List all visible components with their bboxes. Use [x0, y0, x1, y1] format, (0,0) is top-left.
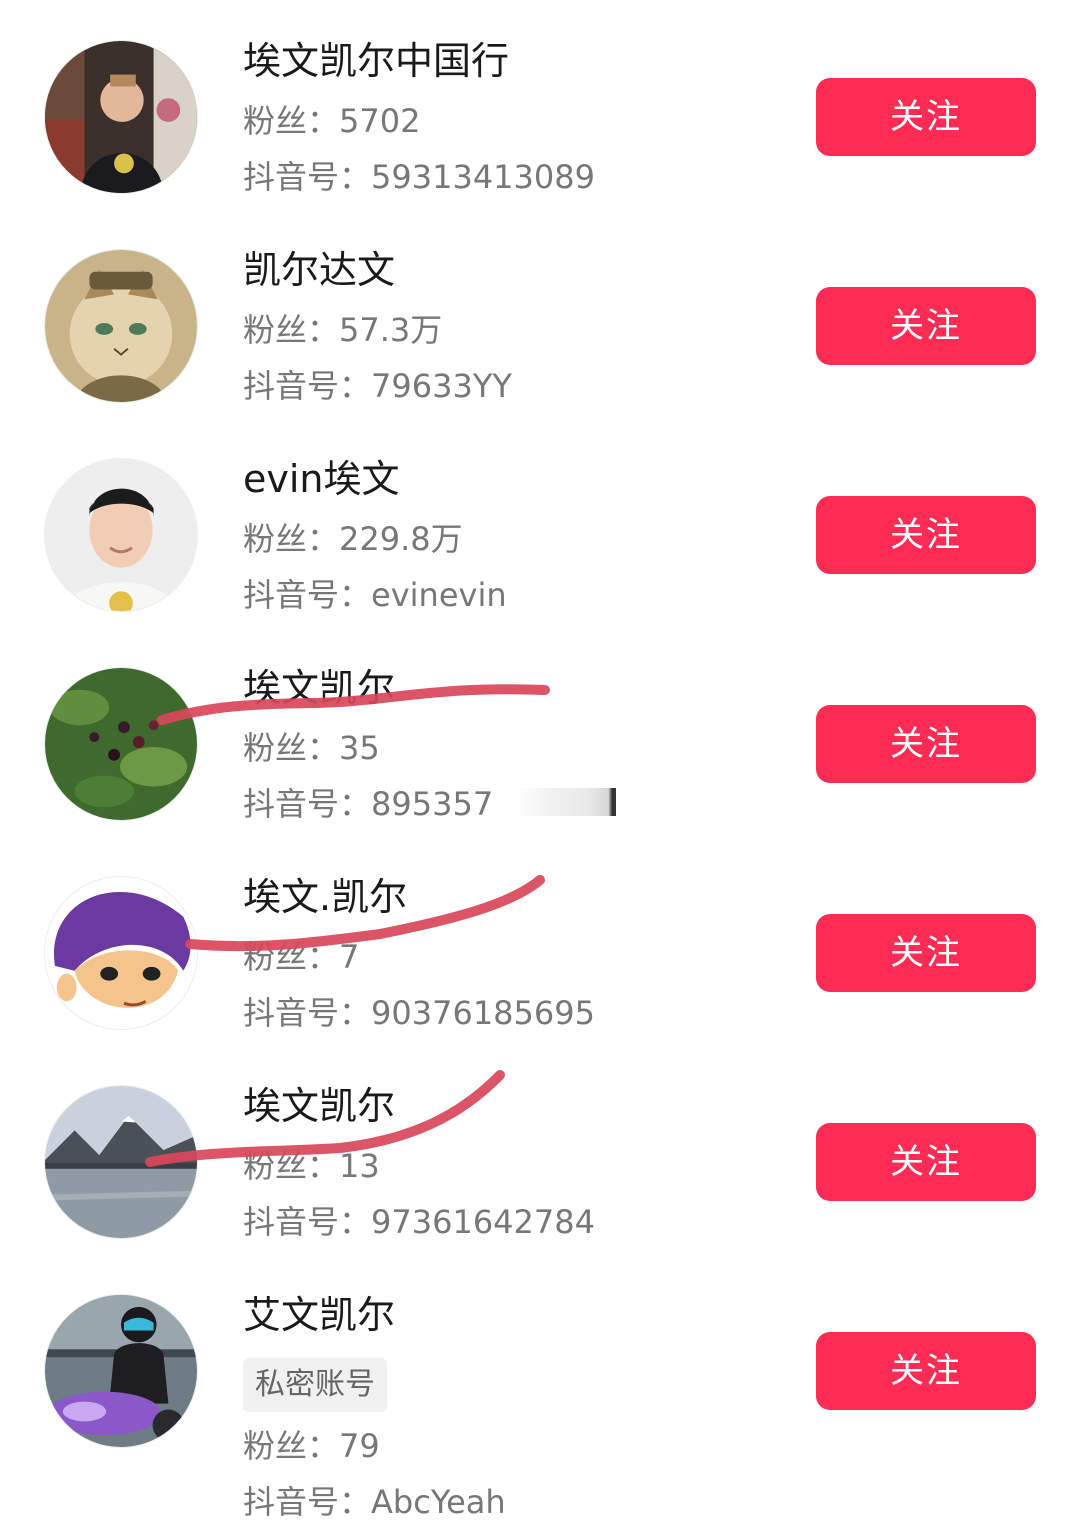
id-label: 抖音号： [243, 1483, 372, 1521]
id-value: 97361642784 [371, 1203, 595, 1241]
user-name: 埃文凯尔 [243, 1084, 396, 1128]
id-label: 抖音号： [243, 1203, 372, 1241]
douyin-id: 抖音号：895357 [243, 784, 493, 824]
user-name: evin埃文 [243, 457, 400, 501]
follow-button[interactable]: 关注 [816, 496, 1036, 574]
followers-label: 粉丝： [243, 1427, 340, 1465]
avatar-photo-icon [45, 877, 197, 1029]
avatar[interactable] [44, 40, 198, 194]
followers-value: 35 [339, 729, 380, 767]
douyin-id: 抖音号：evinevin [243, 575, 507, 615]
follower-count: 粉丝：229.8万 [243, 519, 507, 559]
user-info: 艾文凯尔 私密账号 粉丝：79 抖音号：AbcYeah [243, 1292, 506, 1522]
follow-button[interactable]: 关注 [816, 78, 1036, 156]
id-label: 抖音号： [243, 994, 372, 1032]
id-label: 抖音号： [243, 158, 372, 196]
id-value: 895357 [371, 785, 494, 823]
followers-label: 粉丝： [243, 729, 340, 767]
douyin-id: 抖音号：79633YY [243, 366, 512, 406]
id-value: 90376185695 [371, 994, 595, 1032]
followers-label: 粉丝： [243, 1147, 340, 1185]
user-name: 埃文凯尔 [243, 666, 396, 710]
followers-value: 229.8万 [339, 520, 463, 558]
followers-value: 5702 [339, 102, 421, 140]
follow-button[interactable]: 关注 [816, 1332, 1036, 1410]
id-value: evinevin [371, 576, 507, 614]
followers-value: 57.3万 [339, 311, 443, 349]
douyin-id: 抖音号：59313413089 [243, 157, 595, 197]
id-label: 抖音号： [243, 576, 372, 614]
avatar-photo-icon [45, 250, 197, 402]
followers-label: 粉丝： [243, 938, 340, 976]
follower-count: 粉丝：35 [243, 728, 493, 768]
douyin-id: 抖音号：90376185695 [243, 993, 595, 1033]
avatar[interactable] [44, 876, 198, 1030]
followers-value: 79 [339, 1427, 380, 1465]
user-info: 埃文.凯尔 粉丝：7 抖音号：90376185695 [243, 874, 595, 1033]
followers-value: 7 [339, 938, 360, 976]
id-value: AbcYeah [371, 1483, 506, 1521]
avatar[interactable] [44, 1294, 198, 1448]
avatar-photo-icon [45, 1086, 197, 1238]
user-search-results: 埃文凯尔中国行 粉丝：5702 抖音号：59313413089 关注 凯尔达文 … [0, 0, 1080, 1528]
followers-label: 粉丝： [243, 311, 340, 349]
follower-count: 粉丝：7 [243, 937, 595, 977]
followers-label: 粉丝： [243, 520, 340, 558]
avatar-photo-icon [45, 1295, 197, 1447]
private-account-badge: 私密账号 [243, 1358, 387, 1412]
avatar[interactable] [44, 249, 198, 403]
id-value: 59313413089 [371, 158, 595, 196]
avatar[interactable] [44, 667, 198, 821]
douyin-id: 抖音号：AbcYeah [243, 1482, 506, 1522]
user-name: 埃文凯尔中国行 [243, 39, 510, 83]
user-name: 埃文.凯尔 [243, 875, 408, 919]
id-value: 79633YY [371, 367, 512, 405]
avatar-photo-icon [45, 668, 197, 820]
avatar[interactable] [44, 458, 198, 612]
douyin-id: 抖音号：97361642784 [243, 1202, 595, 1242]
id-label: 抖音号： [243, 785, 372, 823]
user-name: 艾文凯尔 [243, 1293, 396, 1337]
user-name: 凯尔达文 [243, 248, 396, 292]
user-info: 凯尔达文 粉丝：57.3万 抖音号：79633YY [243, 247, 512, 406]
followers-value: 13 [339, 1147, 380, 1185]
follower-count: 粉丝：57.3万 [243, 310, 512, 350]
user-info: 埃文凯尔中国行 粉丝：5702 抖音号：59313413089 [243, 38, 595, 197]
follow-button[interactable]: 关注 [816, 287, 1036, 365]
user-info: 埃文凯尔 粉丝：35 抖音号：895357 [243, 665, 493, 824]
follow-button[interactable]: 关注 [816, 914, 1036, 992]
follower-count: 粉丝：79 [243, 1426, 506, 1466]
id-label: 抖音号： [243, 367, 372, 405]
avatar-photo-icon [45, 41, 197, 193]
avatar-photo-icon [45, 459, 197, 611]
redaction-blur [520, 788, 616, 816]
user-info: 埃文凯尔 粉丝：13 抖音号：97361642784 [243, 1083, 595, 1242]
follow-button[interactable]: 关注 [816, 1123, 1036, 1201]
followers-label: 粉丝： [243, 102, 340, 140]
avatar[interactable] [44, 1085, 198, 1239]
user-info: evin埃文 粉丝：229.8万 抖音号：evinevin [243, 456, 507, 615]
follow-button[interactable]: 关注 [816, 705, 1036, 783]
follower-count: 粉丝：13 [243, 1146, 595, 1186]
follower-count: 粉丝：5702 [243, 101, 595, 141]
